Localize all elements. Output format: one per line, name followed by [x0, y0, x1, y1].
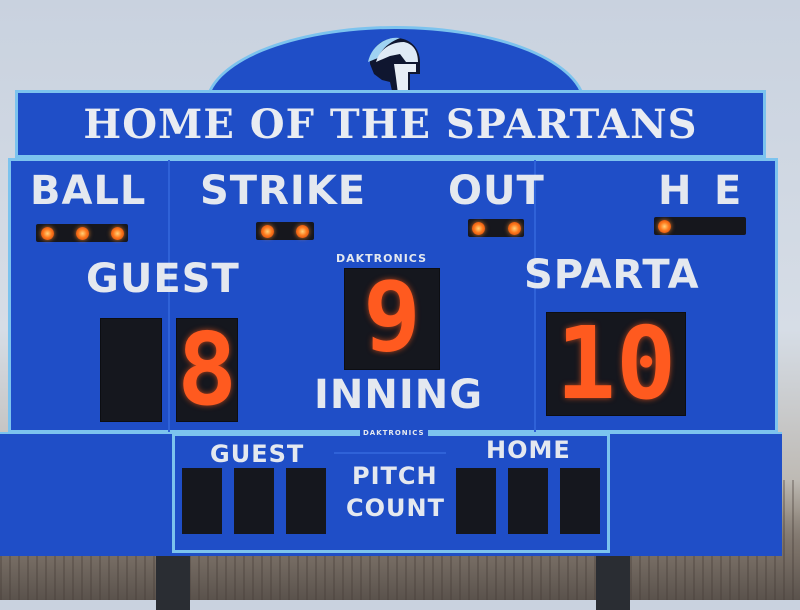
- strike-label: STRIKE: [200, 168, 367, 214]
- count-label: COUNT: [346, 494, 445, 522]
- guest-score-tens-slot: [100, 318, 162, 422]
- h-label: H: [658, 168, 693, 214]
- inning-label: INNING: [314, 372, 484, 418]
- pitch-guest-label: GUEST: [210, 440, 305, 468]
- out-light-2: [508, 222, 521, 235]
- banner: HOME OF THE SPARTANS: [15, 90, 766, 158]
- strike-light-2: [296, 225, 309, 238]
- pitch-home-slot-1: [456, 468, 496, 534]
- h-e-light-1: [658, 220, 671, 233]
- guest-label: GUEST: [86, 256, 240, 302]
- banner-title: HOME OF THE SPARTANS: [83, 101, 698, 148]
- scoreboard: HOME OF THE SPARTANS BALL STRIKE OUT H E…: [0, 0, 800, 600]
- pitch-guest-slot-3: [286, 468, 326, 534]
- ball-light-3: [111, 227, 124, 240]
- inning-slot: 9: [344, 261, 440, 373]
- pitch-guest-slot-1: [182, 468, 222, 534]
- ball-light-1: [41, 227, 54, 240]
- ball-label: BALL: [30, 168, 147, 214]
- out-light-1: [472, 222, 485, 235]
- home-score-slot: 10: [546, 305, 686, 422]
- pitch-label: PITCH: [352, 462, 438, 490]
- e-label: E: [714, 168, 743, 214]
- pitch-guest-slot-2: [234, 468, 274, 534]
- strike-light-1: [261, 225, 274, 238]
- out-label: OUT: [448, 168, 545, 214]
- pitch-home-label: HOME: [486, 436, 571, 464]
- pitch-home-slot-2: [508, 468, 548, 534]
- pitch-count-box-top: [334, 452, 446, 454]
- inning-value: 9: [363, 261, 421, 373]
- pitch-home-slot-3: [560, 468, 600, 534]
- brand-label-small: DAKTRONICS: [360, 429, 428, 437]
- home-team-label: SPARTA: [524, 252, 700, 298]
- guest-score: 8: [177, 311, 238, 428]
- home-score: 10: [555, 305, 677, 422]
- ball-light-2: [76, 227, 89, 240]
- guest-score-ones-slot: 8: [176, 311, 238, 428]
